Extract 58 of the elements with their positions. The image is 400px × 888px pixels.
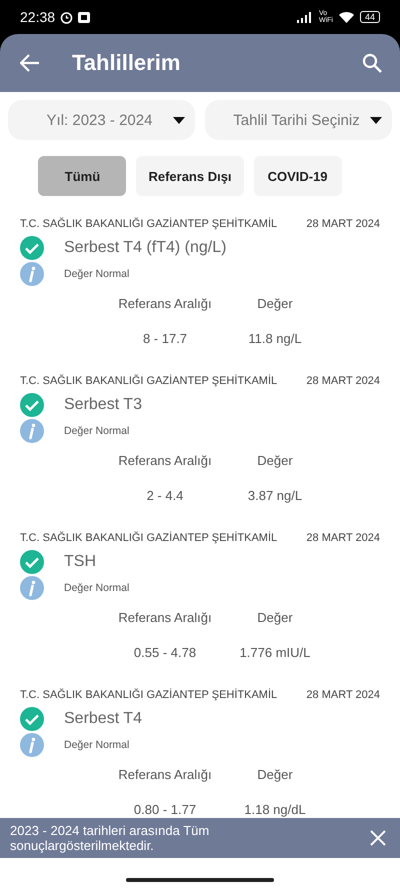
signal-icon <box>296 12 313 22</box>
test-name: TSH <box>64 553 96 571</box>
dropdown[interactable]: Yıl: 2023 - 2024 <box>8 100 195 140</box>
filter-chip[interactable]: Tümü <box>38 156 126 196</box>
result-note: Değer Normal <box>64 582 130 594</box>
check-circle-icon <box>20 393 44 417</box>
result-date: 28 MART 2024 <box>306 375 380 387</box>
result-value: 3.87 ng/L <box>246 488 304 503</box>
result-note: Değer Normal <box>64 268 130 280</box>
clock-time: 22:38 <box>20 9 56 25</box>
column-label: Değer <box>256 453 294 468</box>
result-date: 28 MART 2024 <box>306 532 380 544</box>
result-value: 1.18 ng/dL <box>243 802 307 817</box>
info-icon[interactable] <box>20 576 44 600</box>
result-date: 28 MART 2024 <box>306 689 380 701</box>
reference-range: 2 - 4.4 <box>146 488 184 503</box>
result-value: 11.8 ng/L <box>247 331 303 346</box>
dropdown[interactable]: Tahlil Tarihi Seçiniz <box>205 100 392 140</box>
column-label: Değer <box>256 296 294 311</box>
filter-chip[interactable]: COVID-19 <box>254 156 342 196</box>
page-title: Tahlillerim <box>72 50 182 76</box>
snackbar-message: 2023 - 2024 tarihleri arasında Tüm sonuçlargösterilmektedir. <box>10 823 210 853</box>
check-circle-icon <box>20 236 44 260</box>
column-label: Referans Aralığı <box>117 767 213 782</box>
battery-icon: 44 <box>360 11 380 23</box>
institution-name: T.C. SAĞLIK BAKANLIĞI GAZİANTEP ŞEHİTKAMİL <box>20 532 278 544</box>
info-icon[interactable] <box>20 419 44 443</box>
check-circle-icon <box>20 550 44 574</box>
filter-chip[interactable]: Referans Dışı <box>136 156 244 196</box>
institution-name: T.C. SAĞLIK BAKANLIĞI GAZİANTEP ŞEHİTKAMİL <box>20 218 278 230</box>
alarm-icon <box>60 10 74 24</box>
reference-range: 0.55 - 4.78 <box>132 645 198 660</box>
reference-range: 0.80 - 1.77 <box>132 802 198 817</box>
result-note: Değer Normal <box>64 425 130 437</box>
test-name: Serbest T3 <box>64 396 142 414</box>
institution-name: T.C. SAĞLIK BAKANLIĞI GAZİANTEP ŞEHİTKAMİL <box>20 689 278 701</box>
column-label: Referans Aralığı <box>117 610 213 625</box>
column-label: Referans Aralığı <box>117 296 213 311</box>
caret-icon <box>173 116 185 124</box>
info-icon[interactable] <box>20 262 44 286</box>
caret-icon <box>370 116 382 124</box>
wifi-icon <box>338 12 354 22</box>
result-date: 28 MART 2024 <box>306 218 380 230</box>
result-value: 1.776 mIU/L <box>238 645 312 660</box>
back-button[interactable] <box>18 52 42 74</box>
result-note: Değer Normal <box>64 739 130 751</box>
column-label: Referans Aralığı <box>117 453 213 468</box>
test-name: Serbest T4 <box>64 710 142 728</box>
column-label: Değer <box>256 767 294 782</box>
info-icon[interactable] <box>20 733 44 757</box>
search-button[interactable] <box>360 51 384 75</box>
column-label: Değer <box>256 610 294 625</box>
reference-range: 8 - 17.7 <box>142 331 188 346</box>
check-circle-icon <box>20 707 44 731</box>
app-notification-icon <box>78 12 90 22</box>
close-button[interactable] <box>370 830 386 846</box>
test-name: Serbest T4 (fT4) (ng/L) <box>64 239 226 257</box>
institution-name: T.C. SAĞLIK BAKANLIĞI GAZİANTEP ŞEHİTKAMİL <box>20 375 278 387</box>
